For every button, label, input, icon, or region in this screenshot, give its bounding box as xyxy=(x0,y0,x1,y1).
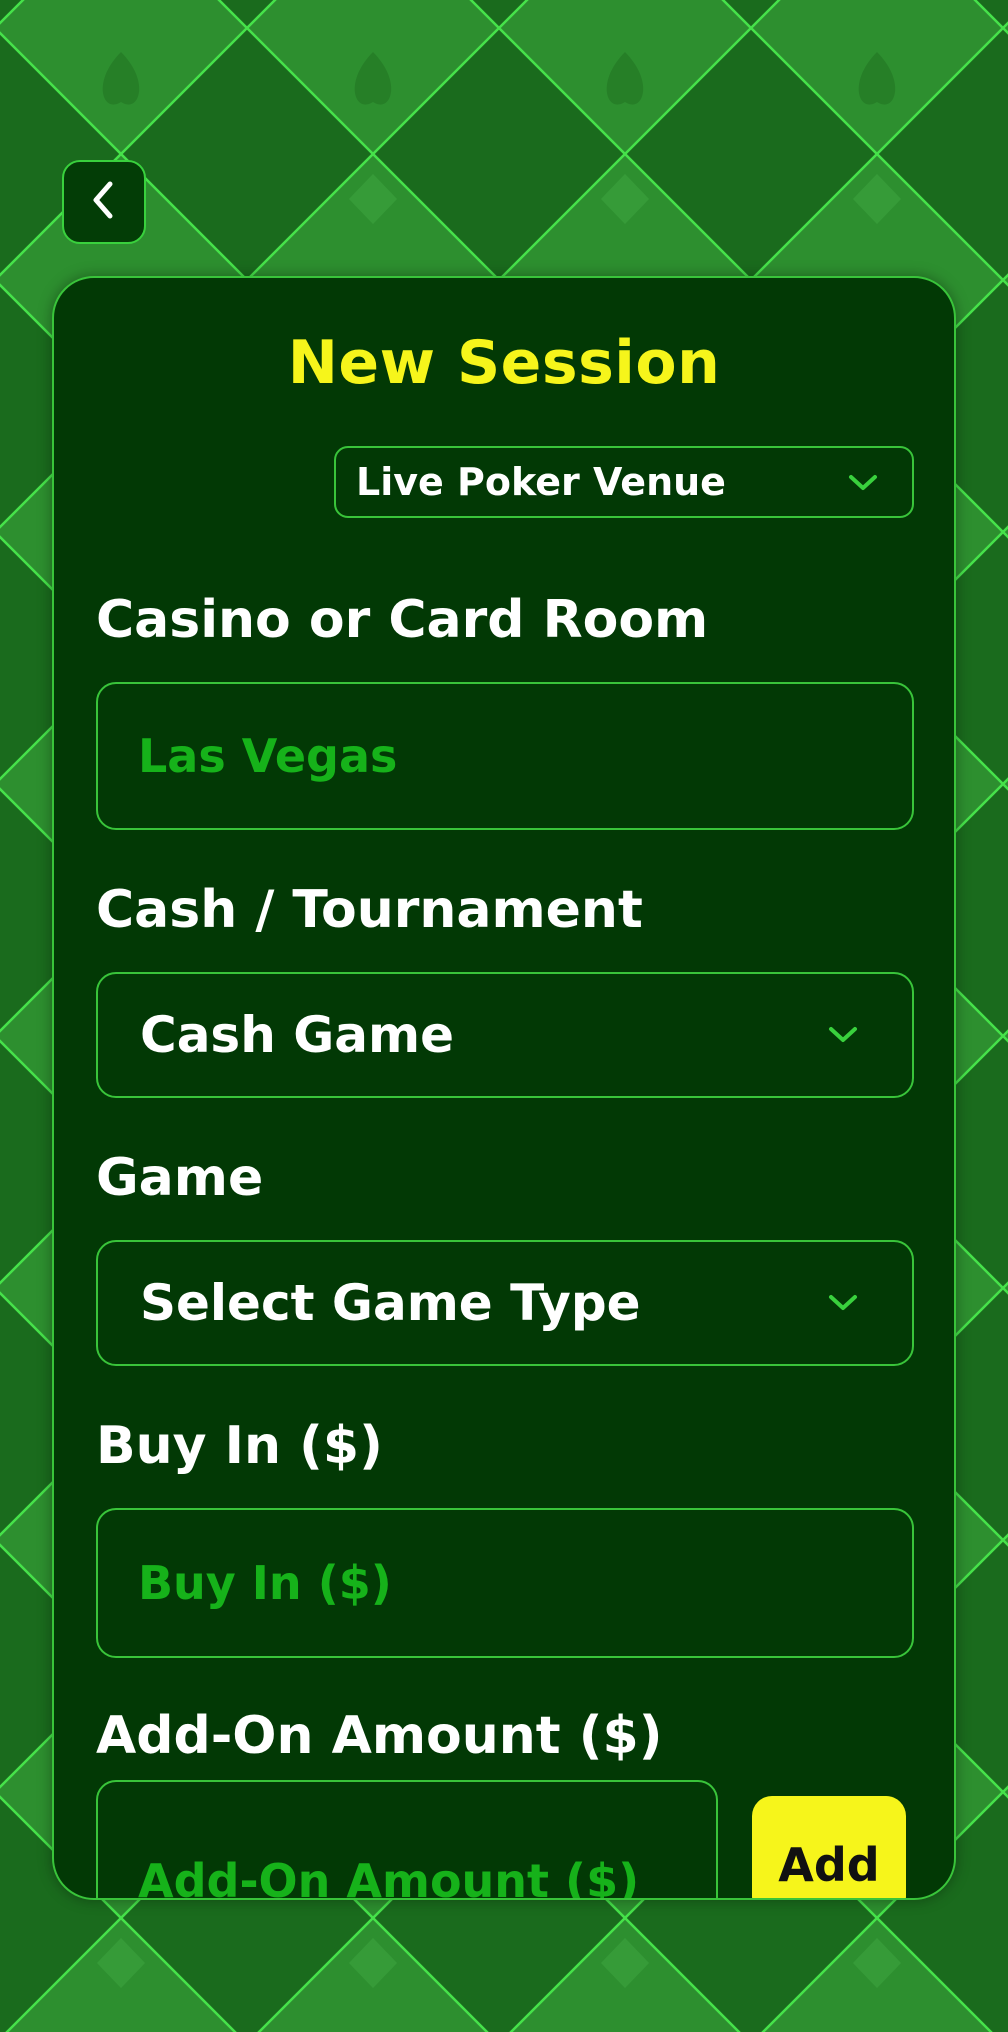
venue-type-dropdown[interactable]: Live Poker Venue xyxy=(334,446,914,518)
add-button[interactable]: Add xyxy=(752,1796,906,1898)
game-type-value: Select Game Type xyxy=(140,1274,641,1332)
new-session-panel: New Session Live Poker Venue Casino or C… xyxy=(52,276,956,1900)
page-title: New Session xyxy=(287,328,721,398)
chevron-left-icon xyxy=(86,180,122,224)
buy-in-field-box xyxy=(96,1508,914,1658)
casino-field-box xyxy=(96,682,914,830)
chevron-down-icon xyxy=(828,1026,858,1048)
casino-label: Casino or Card Room xyxy=(96,590,709,650)
session-type-value: Cash Game xyxy=(140,1006,454,1064)
session-type-label: Cash / Tournament xyxy=(96,880,643,940)
chevron-down-icon xyxy=(828,1294,858,1316)
add-on-label: Add-On Amount ($) xyxy=(96,1706,663,1766)
casino-input[interactable] xyxy=(138,684,858,828)
back-button[interactable] xyxy=(62,160,146,244)
buy-in-label: Buy In ($) xyxy=(96,1416,383,1476)
buy-in-input[interactable] xyxy=(138,1510,858,1656)
game-label: Game xyxy=(96,1148,264,1208)
venue-type-value: Live Poker Venue xyxy=(356,460,726,504)
session-type-dropdown[interactable]: Cash Game xyxy=(96,972,914,1098)
chevron-down-icon xyxy=(848,474,878,496)
add-on-field-box xyxy=(96,1780,718,1898)
game-type-dropdown[interactable]: Select Game Type xyxy=(96,1240,914,1366)
add-on-input[interactable] xyxy=(138,1808,698,1898)
